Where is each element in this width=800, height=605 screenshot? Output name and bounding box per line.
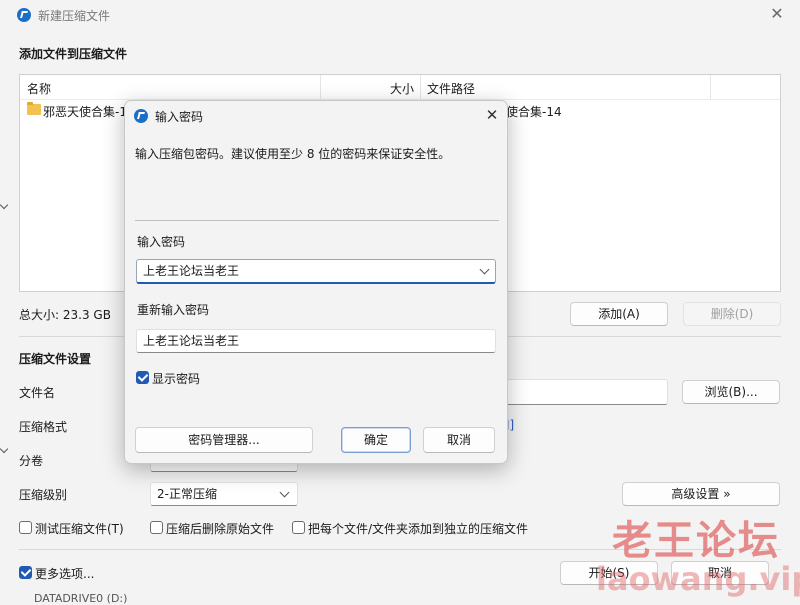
column-divider (320, 75, 321, 99)
more-options-label: 更多选项... (35, 567, 95, 581)
dialog-description: 输入压缩包密码。建议使用至少 8 位的密码来保证安全性。 (135, 147, 451, 161)
advanced-button[interactable]: 高级设置 » (622, 482, 780, 506)
column-path[interactable]: 文件路径 (427, 80, 475, 97)
window-title: 新建压缩文件 (38, 9, 111, 23)
level-label: 压缩级别 (19, 488, 68, 502)
column-size[interactable]: 大小 (390, 80, 414, 97)
show-password-label: 显示密码 (152, 372, 201, 386)
list-header: 名称 大小 文件路径 (20, 75, 780, 100)
column-divider (710, 75, 711, 99)
divider (135, 220, 499, 221)
app-icon (17, 8, 31, 22)
level-select[interactable]: 2-正常压缩 (150, 482, 298, 506)
show-password-checkbox[interactable] (136, 371, 149, 384)
watermark-text: 老王论坛 (612, 518, 780, 564)
password-input[interactable]: 上老王论坛当老王 (136, 259, 496, 284)
dialog-app-icon (134, 109, 148, 123)
column-name[interactable]: 名称 (27, 80, 51, 97)
left-chevron-icon (0, 444, 9, 454)
each-file-checkbox[interactable] (292, 521, 305, 534)
settings-header: 压缩文件设置 (19, 352, 92, 366)
reenter-value: 上老王论坛当老王 (143, 334, 240, 348)
left-chevron-icon (0, 200, 9, 210)
level-value: 2-正常压缩 (157, 487, 217, 501)
ok-button[interactable]: 确定 (341, 427, 411, 453)
delete-source-checkbox[interactable] (150, 521, 163, 534)
total-size: 总大小: 23.3 GB (19, 308, 111, 322)
reenter-input[interactable]: 上老王论坛当老王 (136, 329, 496, 353)
chevron-down-icon (279, 487, 290, 498)
file-name: 邪恶天使合集-1 (43, 105, 127, 119)
dialog-cancel-button[interactable]: 取消 (423, 427, 495, 453)
password-value: 上老王论坛当老王 (143, 264, 240, 278)
column-divider (420, 75, 421, 99)
format-label: 压缩格式 (19, 420, 68, 434)
section-add-title: 添加文件到压缩文件 (19, 47, 128, 61)
test-checkbox[interactable] (19, 521, 32, 534)
filename-input[interactable] (500, 379, 668, 405)
each-file-label: 把每个文件/文件夹添加到独立的压缩文件 (308, 522, 529, 536)
drive-label: DATADRIVE0 (D:) (34, 592, 128, 605)
chevron-down-icon[interactable] (479, 264, 490, 275)
watermark-url: laowang.vip (596, 560, 800, 598)
filename-label: 文件名 (19, 386, 56, 400)
add-button[interactable]: 添加(A) (570, 302, 668, 326)
dialog-close-icon[interactable]: ✕ (483, 106, 501, 124)
split-label: 分卷 (19, 454, 44, 468)
password-dialog: 输入密码 ✕ 输入压缩包密码。建议使用至少 8 位的密码来保证安全性。 输入密码… (124, 100, 508, 464)
password-manager-button[interactable]: 密码管理器... (135, 427, 313, 453)
password-label: 输入密码 (137, 235, 186, 249)
folder-icon (27, 104, 41, 115)
delete-button[interactable]: 删除(D) (683, 302, 781, 326)
reenter-label: 重新输入密码 (137, 303, 210, 317)
close-icon[interactable]: ✕ (768, 5, 786, 23)
file-path: 使合集-14 (506, 105, 562, 119)
more-options-checkbox[interactable] (19, 566, 32, 579)
folder-icon-tab (27, 102, 33, 105)
browse-button[interactable]: 浏览(B)... (682, 380, 780, 404)
test-checkbox-label: 测试压缩文件(T) (35, 522, 124, 536)
dialog-title: 输入密码 (155, 110, 204, 124)
delete-source-label: 压缩后删除原始文件 (166, 522, 275, 536)
